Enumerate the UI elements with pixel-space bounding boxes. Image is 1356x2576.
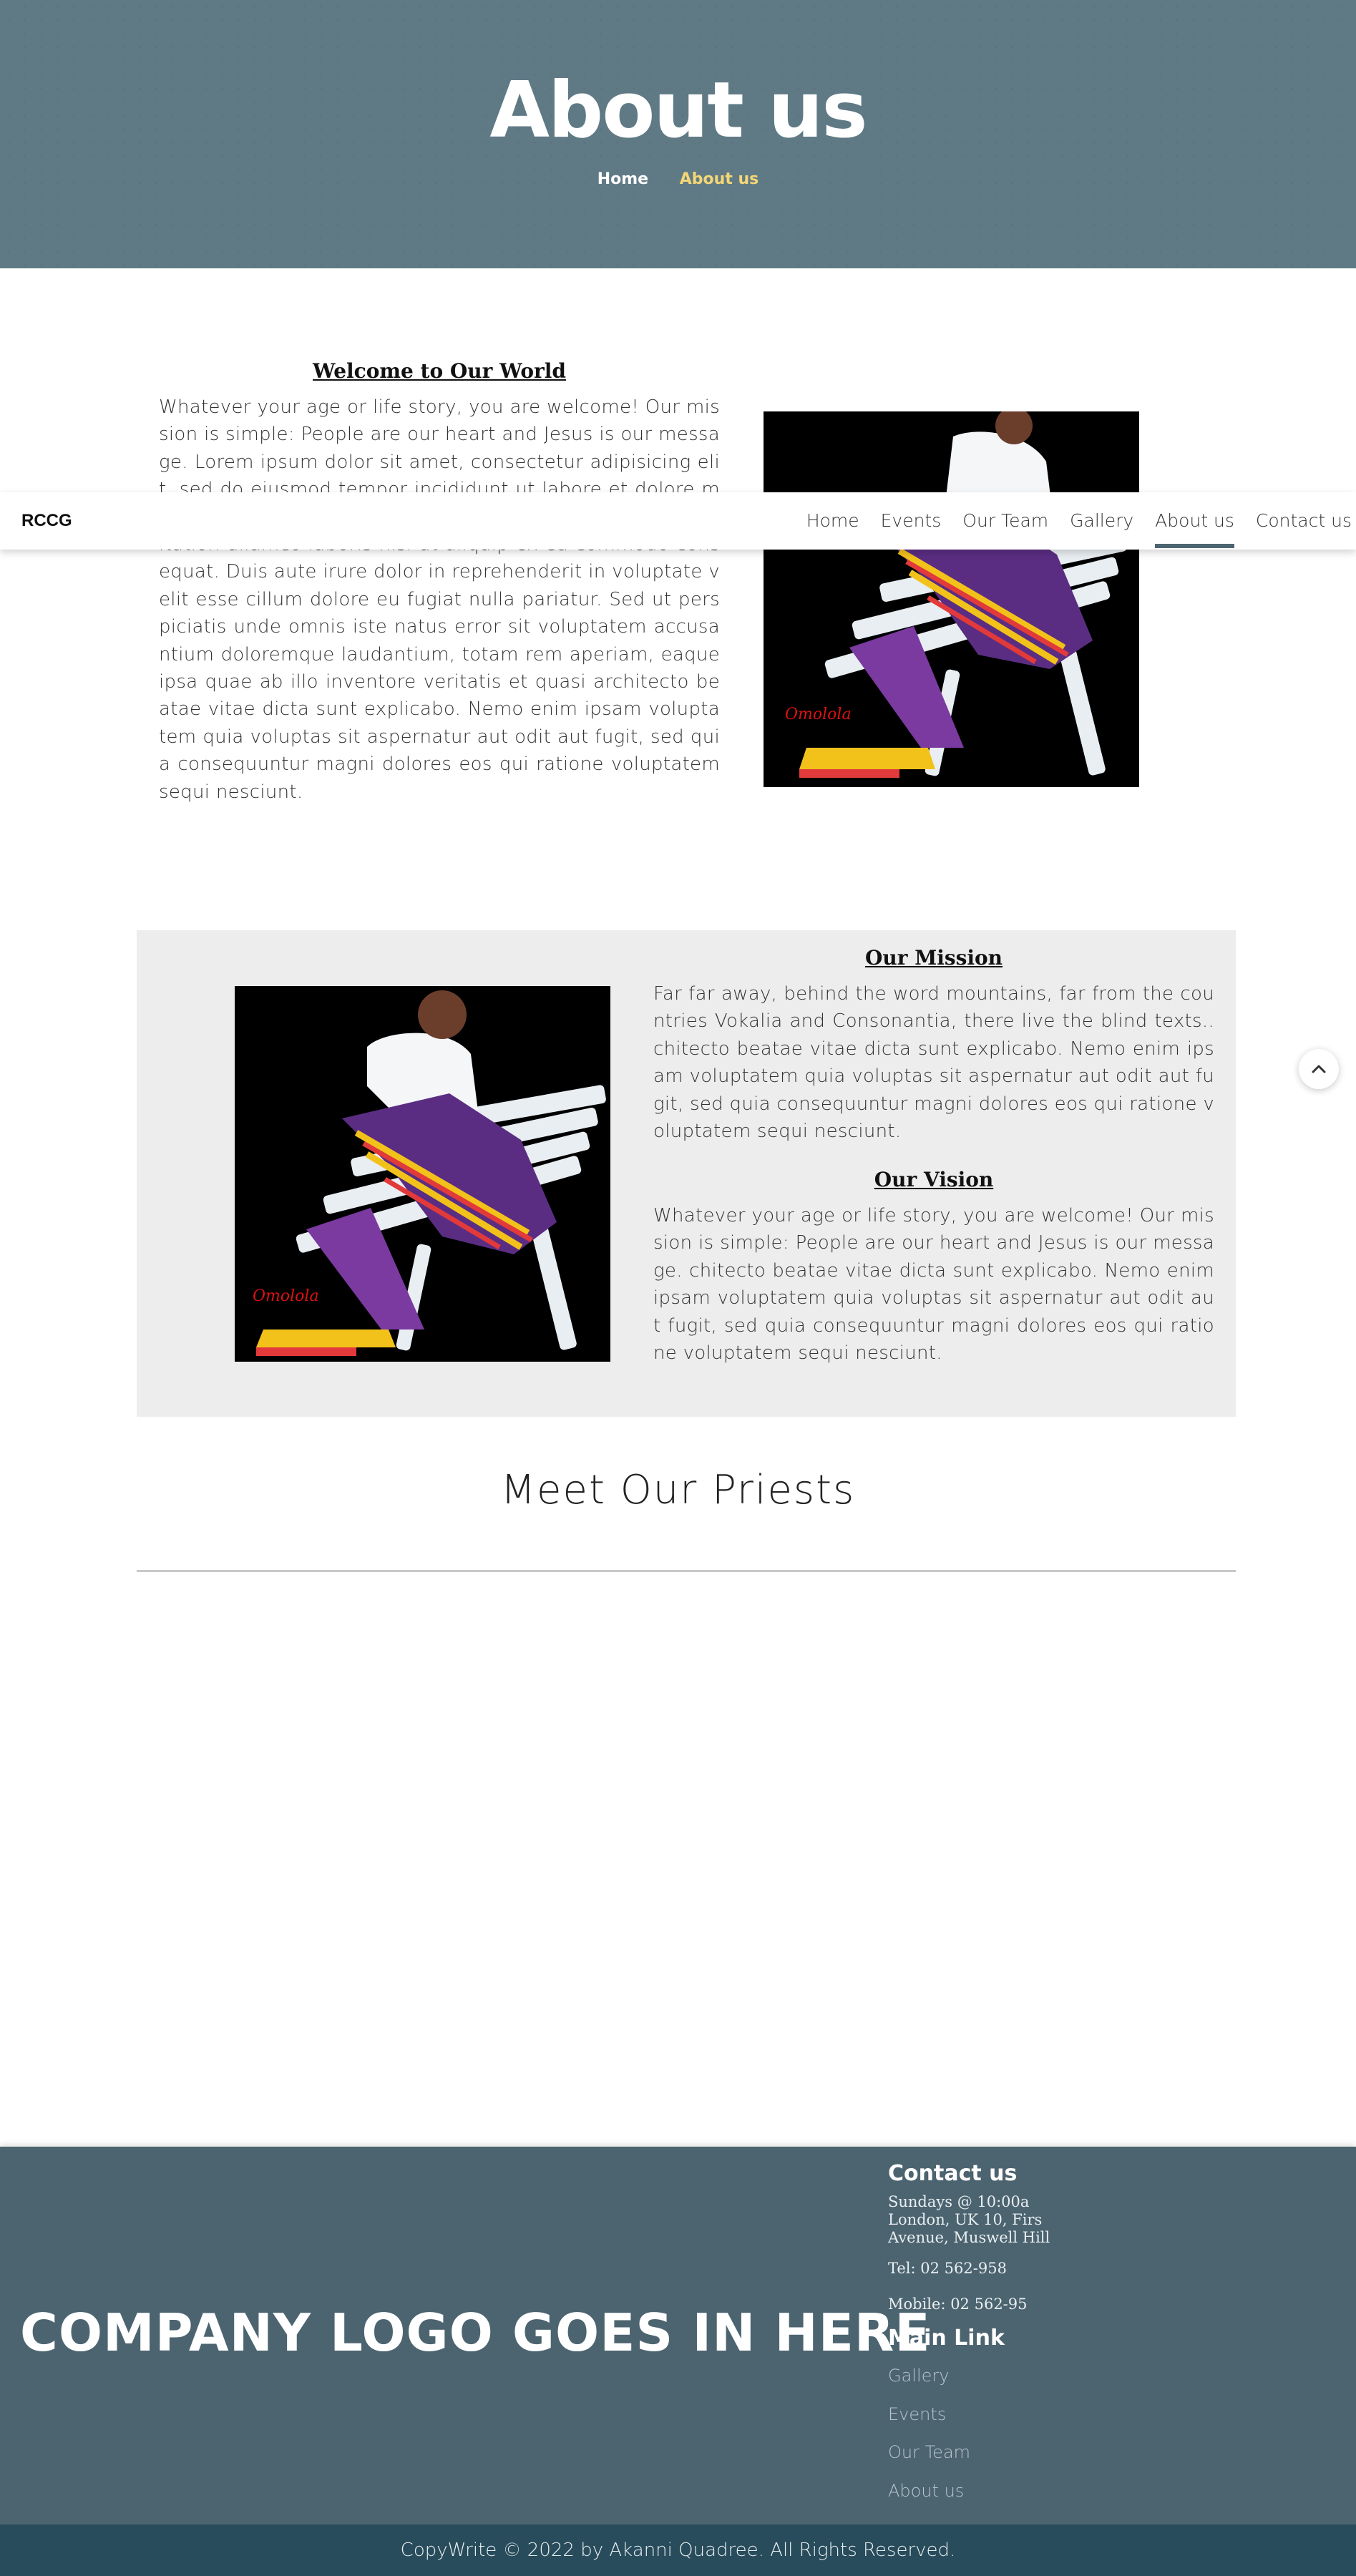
footer-link-events[interactable]: Events: [888, 2404, 946, 2424]
breadcrumb-current: About us: [679, 170, 759, 188]
mission-paragraph: Far far away, behind the word mountains,…: [653, 983, 1215, 1143]
priests-heading: Meet Our Priests: [500, 1467, 856, 1513]
footer-telephone: Tel: 02 562-958: [888, 2260, 1007, 2277]
section-divider: [137, 1570, 1236, 1572]
nav-item-home[interactable]: Home: [806, 492, 859, 550]
nav-item-our-team[interactable]: Our Team: [962, 492, 1048, 550]
vision-heading: Our Vision: [874, 1168, 994, 1191]
scroll-to-top-button[interactable]: [1299, 1049, 1339, 1089]
nav-item-about-us[interactable]: About us: [1155, 492, 1234, 550]
footer-contact-heading: Contact us: [888, 2161, 1018, 2186]
footer-address: Sundays @ 10:00a London, UK 10, Firs Ave…: [888, 2193, 1050, 2246]
main-navbar: RCCG Home Events Our Team Gallery About …: [0, 492, 1356, 550]
mission-photo: Omolola: [235, 986, 610, 1362]
copyright-bar: CopyWrite © 2022 by Akanni Quadree. All …: [0, 2524, 1356, 2576]
nav-item-events[interactable]: Events: [881, 492, 942, 550]
vision-paragraph: Whatever your age or life story, you are…: [653, 1205, 1214, 1365]
footer-link-about-us[interactable]: About us: [888, 2481, 964, 2501]
brand-logo[interactable]: RCCG: [21, 511, 72, 531]
mission-heading: Our Mission: [864, 946, 1003, 970]
nav-menu: Home Events Our Team Gallery About us Co…: [785, 492, 1352, 550]
breadcrumb-home-link[interactable]: Home: [597, 170, 648, 188]
breadcrumb: Home About us: [0, 170, 1356, 188]
footer-logo-placeholder: COMPANY LOGO GOES IN HERE: [20, 2303, 931, 2363]
footer-link-our-team[interactable]: Our Team: [888, 2442, 970, 2462]
welcome-heading: Welcome to Our World: [313, 359, 566, 383]
welcome-paragraph: Whatever your age or life story, you are…: [159, 396, 720, 803]
nav-item-gallery[interactable]: Gallery: [1070, 492, 1133, 550]
svg-text:Omolola: Omolola: [253, 1287, 319, 1305]
nav-item-contact-us[interactable]: Contact us: [1256, 492, 1352, 550]
woman-on-bench-image: Omolola: [235, 986, 610, 1362]
footer-link-gallery[interactable]: Gallery: [888, 2366, 949, 2386]
page-hero: About us Home About us: [0, 0, 1356, 268]
welcome-photo: Omolola: [764, 411, 1139, 787]
svg-text:Omolola: Omolola: [785, 706, 852, 723]
footer-main-link-heading: Main Link: [888, 2326, 1005, 2351]
chevron-up-icon: [1312, 1065, 1326, 1073]
site-footer: COMPANY LOGO GOES IN HERE Contact us Sun…: [0, 2147, 1356, 2524]
woman-on-bench-image: Omolola: [764, 411, 1139, 787]
footer-mobile: Mobile: 02 562-95: [888, 2296, 1028, 2313]
page-title: About us: [489, 66, 867, 155]
